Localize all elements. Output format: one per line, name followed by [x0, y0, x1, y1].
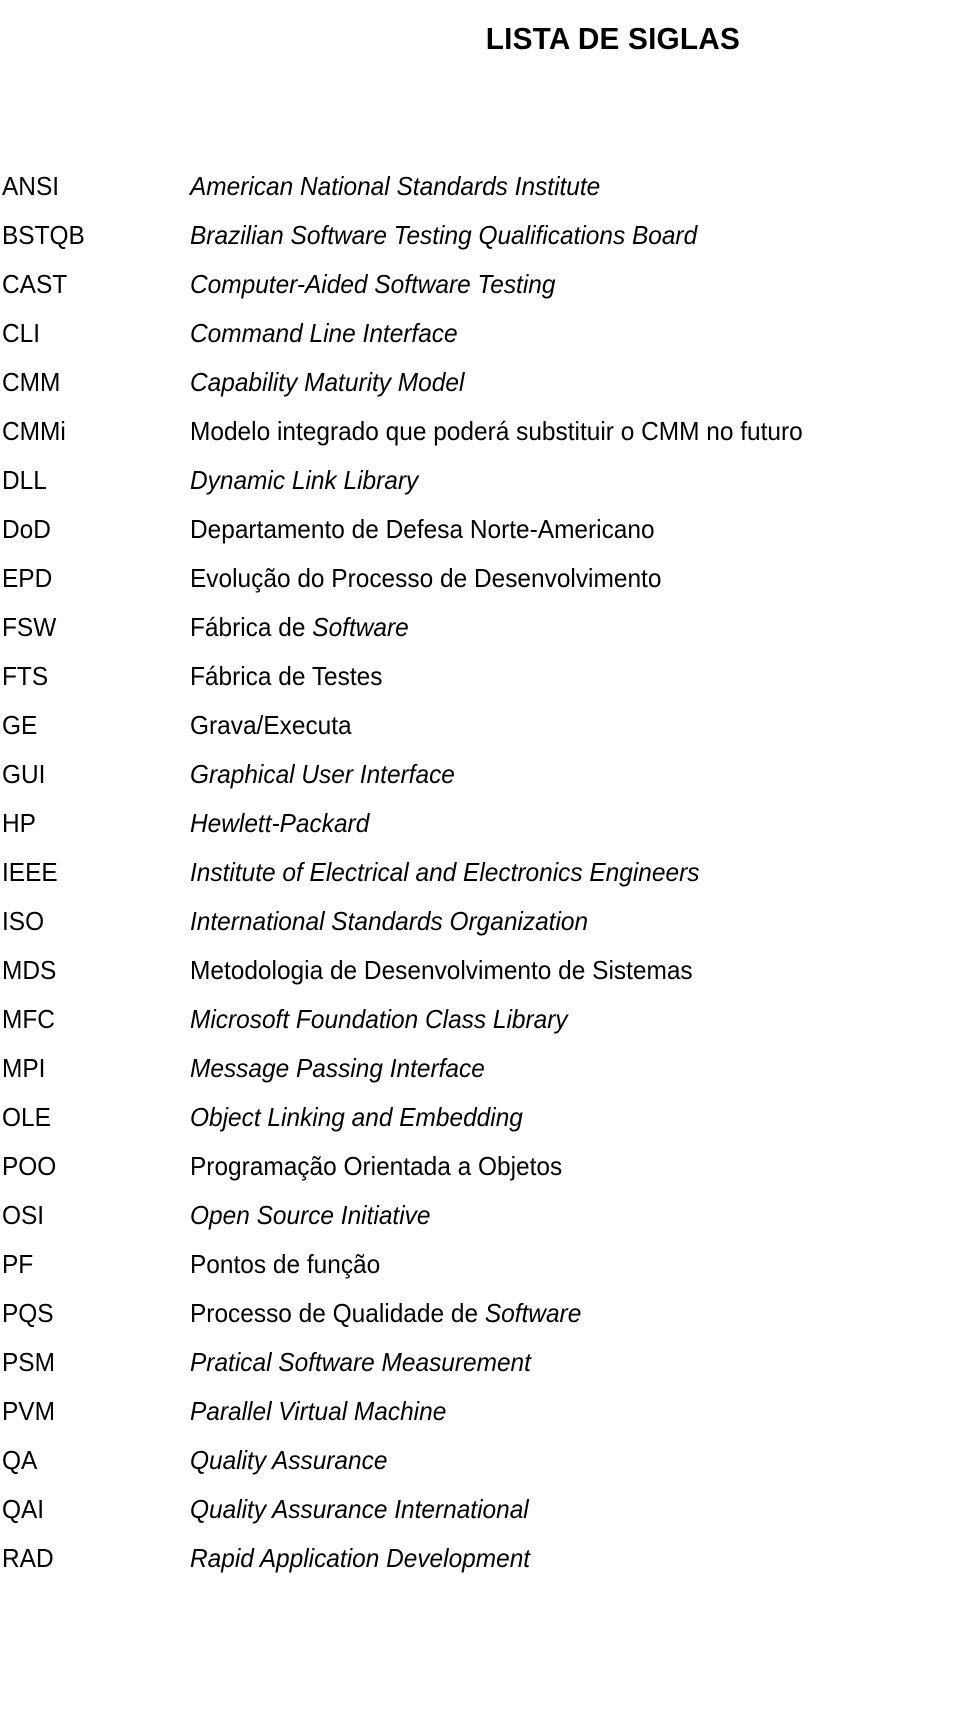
- acronym-definition: Capability Maturity Model: [190, 367, 465, 397]
- acronym-term: PF: [2, 1249, 34, 1279]
- acronym-definition: Grava/Executa: [190, 710, 352, 740]
- glossary-row: CMM Capability Maturity Model: [0, 358, 960, 407]
- acronym-definition: Fábrica de Testes: [190, 661, 383, 691]
- glossary-row: QA Quality Assurance: [0, 1436, 960, 1485]
- glossary-row: CMMi Modelo integrado que poderá substitu…: [0, 407, 960, 456]
- acronym-definition: Pratical Software Measurement: [190, 1347, 531, 1377]
- acronym-definition: Dynamic Link Library: [190, 465, 419, 495]
- glossary-row: HP Hewlett-Packard: [0, 799, 960, 848]
- acronym-definition: Brazilian Software Testing Qualification…: [190, 220, 698, 250]
- glossary-row: BSTQB Brazilian Software Testing Qualific…: [0, 211, 960, 260]
- glossary-row: RAD Rapid Application Development: [0, 1534, 960, 1583]
- glossary-row: IEEE Institute of Electrical and Electron…: [0, 848, 960, 897]
- definition-italic-term: Software: [484, 1298, 582, 1328]
- acronym-term: CMMi: [2, 416, 66, 446]
- glossary-row: OSI Open Source Initiative: [0, 1191, 960, 1240]
- acronym-term: IEEE: [2, 857, 58, 887]
- glossary-row: PSM Pratical Software Measurement: [0, 1338, 960, 1387]
- glossary-row: FSW Fábrica de Software: [0, 603, 960, 652]
- acronym-term: QAI: [2, 1494, 45, 1524]
- acronym-definition: Quality Assurance: [190, 1445, 388, 1475]
- acronym-definition: Message Passing Interface: [190, 1053, 485, 1083]
- acronym-term: DoD: [2, 514, 51, 544]
- glossary-row: GE Grava/Executa: [0, 701, 960, 750]
- glossary-row: MDS Metodologia de Desenvolvimento de Sis…: [0, 946, 960, 995]
- acronym-term: EPD: [2, 563, 53, 593]
- acronym-definition: Modelo integrado que poderá substituir o…: [190, 416, 803, 446]
- acronym-definition: Institute of Electrical and Electronics …: [190, 857, 700, 887]
- glossary-row: QAI Quality Assurance International: [0, 1485, 960, 1534]
- glossary-row: ISO International Standards Organization: [0, 897, 960, 946]
- acronym-term: FTS: [2, 661, 49, 691]
- acronym-definition: Graphical User Interface: [190, 759, 455, 789]
- glossary-row: CAST Computer-Aided Software Testing: [0, 260, 960, 309]
- acronym-definition: Parallel Virtual Machine: [190, 1396, 447, 1426]
- acronym-term: POO: [2, 1151, 57, 1181]
- glossary-row: DoD Departamento de Defesa Norte-American…: [0, 505, 960, 554]
- acronym-term: MFC: [2, 1004, 55, 1034]
- glossary-row: CLI Command Line Interface: [0, 309, 960, 358]
- acronym-definition: Open Source Initiative: [190, 1200, 431, 1230]
- glossary-row: PF Pontos de função: [0, 1240, 960, 1289]
- acronym-term: GE: [2, 710, 38, 740]
- acronym-definition: Metodologia de Desenvolvimento de Sistem…: [190, 955, 693, 985]
- acronym-term: HP: [2, 808, 36, 838]
- glossary-row: MFC Microsoft Foundation Class Library: [0, 995, 960, 1044]
- acronym-term: PQS: [2, 1298, 54, 1328]
- acronym-term: OSI: [2, 1200, 45, 1230]
- acronym-definition: Rapid Application Development: [190, 1543, 531, 1573]
- acronym-definition: Computer-Aided Software Testing: [190, 269, 556, 299]
- document-page: LISTA DE SIGLAS ANSI American National St…: [0, 0, 960, 1712]
- glossary-row: ANSI American National Standards Institut…: [0, 162, 960, 211]
- acronym-term: PVM: [2, 1396, 55, 1426]
- acronym-term: BSTQB: [2, 220, 85, 250]
- glossary-row: DLL Dynamic Link Library: [0, 456, 960, 505]
- acronym-term: CAST: [2, 269, 68, 299]
- acronym-term: CMM: [2, 367, 61, 397]
- acronym-term: FSW: [2, 612, 57, 642]
- acronym-term: QA: [2, 1445, 38, 1475]
- acronym-definition: Hewlett-Packard: [190, 808, 370, 838]
- acronym-term: PSM: [2, 1347, 55, 1377]
- glossary-row: POO Programação Orientada a Objetos: [0, 1142, 960, 1191]
- glossary-row: EPD Evolução do Processo de Desenvolvimen…: [0, 554, 960, 603]
- acronym-term: CLI: [2, 318, 41, 348]
- acronym-term: DLL: [2, 465, 47, 495]
- acronym-term: MPI: [2, 1053, 46, 1083]
- acronym-definition: Departamento de Defesa Norte-Americano: [190, 514, 655, 544]
- glossary-row: MPI Message Passing Interface: [0, 1044, 960, 1093]
- acronym-definition: Processo de Qualidade de Software: [190, 1298, 582, 1328]
- acronym-definition: American National Standards Institute: [190, 171, 601, 201]
- acronym-definition: Pontos de função: [190, 1249, 381, 1279]
- acronym-term: ISO: [2, 906, 45, 936]
- acronym-term: RAD: [2, 1543, 54, 1573]
- definition-italic-term: Software: [312, 612, 409, 642]
- glossary-row: FTS Fábrica de Testes: [0, 652, 960, 701]
- glossary-row: PVM Parallel Virtual Machine: [0, 1387, 960, 1436]
- glossary-row: GUI Graphical User Interface: [0, 750, 960, 799]
- glossary-row: OLE Object Linking and Embedding: [0, 1093, 960, 1142]
- acronym-term: MDS: [2, 955, 57, 985]
- page-title: LISTA DE SIGLAS: [485, 20, 740, 56]
- acronym-definition: Object Linking and Embedding: [190, 1102, 523, 1132]
- glossary-row: PQS Processo de Qualidade de Software: [0, 1289, 960, 1338]
- acronym-definition: International Standards Organization: [190, 906, 589, 936]
- acronym-definition: Evolução do Processo de Desenvolvimento: [190, 563, 662, 593]
- acronym-term: OLE: [2, 1102, 51, 1132]
- acronym-definition: Fábrica de Software: [190, 612, 409, 642]
- acronym-definition: Command Line Interface: [190, 318, 458, 348]
- acronym-term: GUI: [2, 759, 46, 789]
- acronym-term: ANSI: [2, 171, 60, 201]
- acronym-definition: Microsoft Foundation Class Library: [190, 1004, 568, 1034]
- acronym-glossary-list: ANSI American National Standards Institut…: [0, 162, 960, 1583]
- acronym-definition: Programação Orientada a Objetos: [190, 1151, 563, 1181]
- acronym-definition: Quality Assurance International: [190, 1494, 529, 1524]
